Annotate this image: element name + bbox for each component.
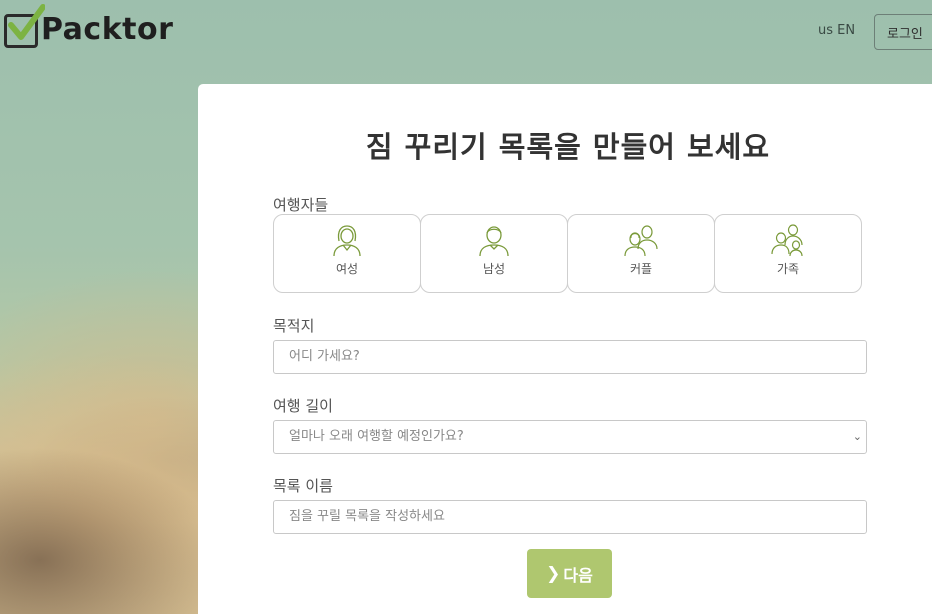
travelers-group: 여성 남성 커플 가족 — [273, 214, 864, 293]
traveler-label: 커플 — [629, 262, 653, 276]
traveler-option-family[interactable]: 가족 — [714, 214, 862, 293]
logo[interactable]: Packtor — [4, 4, 174, 50]
language-selector[interactable]: us EN — [818, 23, 855, 38]
page-title: 짐 꾸리기 목록을 만들어 보세요 — [365, 130, 771, 164]
family-icon — [771, 224, 803, 257]
duration-select[interactable]: 얼마나 오래 여행할 예정인가요? ⌄ — [273, 420, 867, 454]
traveler-label: 가족 — [776, 262, 800, 276]
list-name-label: 목록 이름 — [273, 477, 333, 495]
chevron-down-icon: ⌄ — [852, 430, 862, 443]
woman-icon — [333, 225, 361, 257]
destination-input[interactable]: 어디 가세요? — [273, 340, 867, 374]
duration-label: 여행 길이 — [273, 397, 333, 415]
logo-text: Packtor — [41, 11, 174, 47]
traveler-option-couple[interactable]: 커플 — [567, 214, 715, 293]
logo-check-icon — [4, 4, 45, 48]
next-button-label: 다음 — [563, 565, 593, 585]
next-button[interactable]: ❯ 다음 — [527, 549, 612, 598]
list-name-input[interactable]: 짐을 꾸릴 목록을 작성하세요 — [273, 500, 867, 534]
chevron-right-icon: ❯ — [546, 563, 561, 584]
couple-icon — [624, 225, 658, 257]
destination-label: 목적지 — [273, 317, 315, 335]
traveler-label: 남성 — [482, 262, 506, 276]
traveler-label: 여성 — [335, 262, 359, 276]
form-card: 짐 꾸리기 목록을 만들어 보세요 여행자들 여성 남성 커플 가족 목적지 어… — [198, 84, 932, 614]
travelers-label: 여행자들 — [273, 196, 329, 214]
traveler-option-woman[interactable]: 여성 — [273, 214, 421, 293]
traveler-option-man[interactable]: 남성 — [420, 214, 568, 293]
man-icon — [479, 226, 509, 257]
duration-select-value: 얼마나 오래 여행할 예정인가요? — [289, 429, 464, 444]
login-button[interactable]: 로그인 — [874, 14, 932, 50]
